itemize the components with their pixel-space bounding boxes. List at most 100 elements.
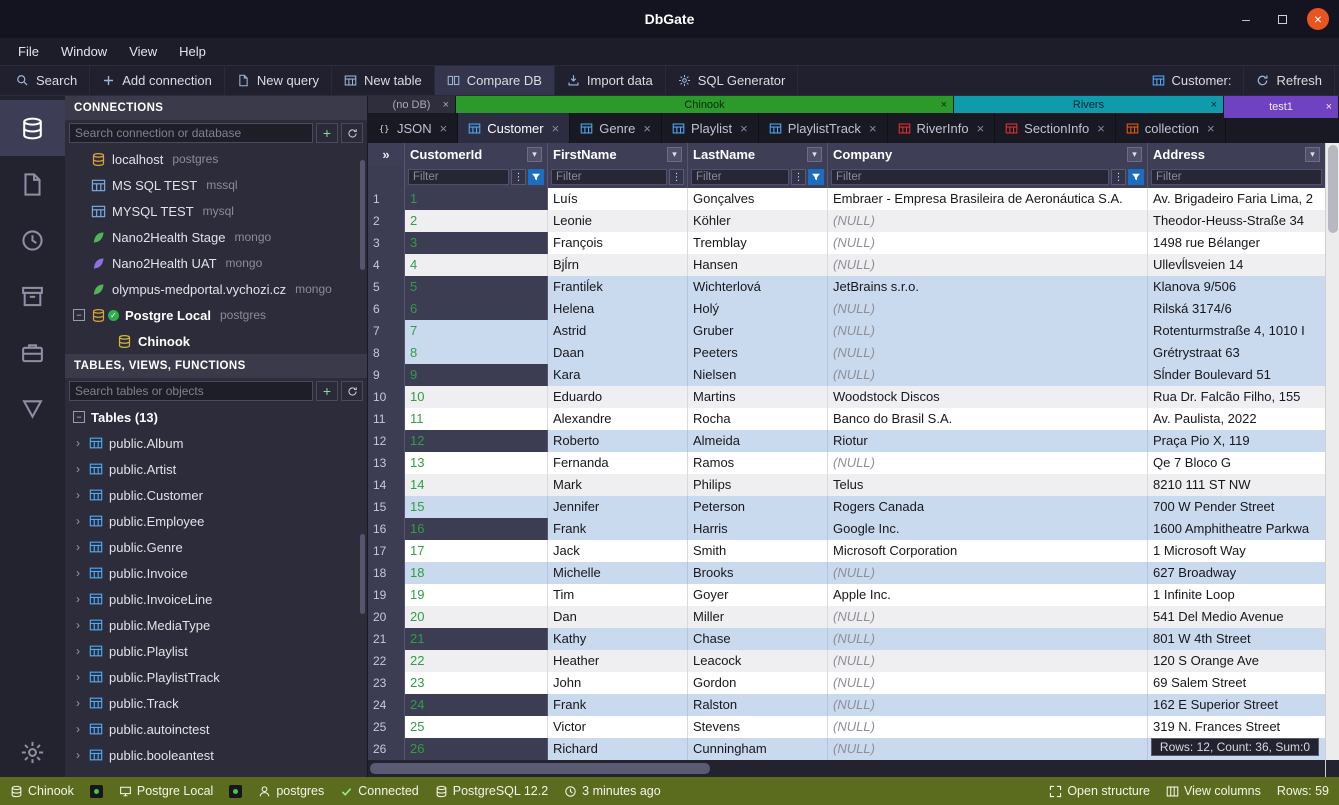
address-cell[interactable]: Av. Brigadeiro Faria Lima, 2 — [1148, 188, 1325, 210]
table-row[interactable]: 5 5 Frantiĺek Wichterlová JetBrains s.r.… — [368, 276, 1325, 298]
customerid-cell[interactable]: 16 — [405, 518, 548, 540]
firstname-cell[interactable]: Fernanda — [548, 452, 688, 474]
horizontal-scrollbar[interactable] — [368, 760, 1325, 777]
address-cell[interactable]: 1 Microsoft Way — [1148, 540, 1325, 562]
firstname-cell[interactable]: Eduardo — [548, 386, 688, 408]
statusbar-action[interactable]: Open structure — [1049, 784, 1150, 798]
lastname-cell[interactable]: Tremblay — [688, 232, 828, 254]
company-cell[interactable]: (NULL) — [828, 320, 1148, 342]
statusbar-action[interactable]: Rows: 59 — [1277, 784, 1329, 798]
refresh-tables-button[interactable] — [341, 381, 363, 401]
company-cell[interactable]: (NULL) — [828, 716, 1148, 738]
company-cell[interactable]: Riotur — [828, 430, 1148, 452]
table-row[interactable]: 13 13 Fernanda Ramos (NULL) Qe 7 Bloco G — [368, 452, 1325, 474]
chevron-right-icon[interactable]: › — [73, 566, 83, 580]
customerid-cell[interactable]: 15 — [405, 496, 548, 518]
address-cell[interactable]: 1498 rue Bélanger — [1148, 232, 1325, 254]
row-number-cell[interactable]: 13 — [368, 452, 405, 474]
table-row[interactable]: 15 15 Jennifer Peterson Rogers Canada 70… — [368, 496, 1325, 518]
table-item[interactable]: › public.booleantest — [65, 742, 367, 768]
table-row[interactable]: 6 6 Helena Holý (NULL) Rilská 3174/6 — [368, 298, 1325, 320]
rail-icon-button[interactable] — [0, 156, 65, 212]
close-button[interactable]: × — [1307, 8, 1329, 30]
connection-item[interactable]: − localhost postgres — [65, 146, 367, 172]
document-tab[interactable]: PlaylistTrack × — [759, 113, 888, 143]
lastname-cell[interactable]: Peterson — [688, 496, 828, 518]
toolbar-button[interactable]: Add connection — [90, 66, 225, 95]
lastname-cell[interactable]: Chase — [688, 628, 828, 650]
chevron-right-icon[interactable]: › — [73, 696, 83, 710]
funnel-icon-button[interactable] — [1128, 169, 1144, 185]
company-cell[interactable]: (NULL) — [828, 694, 1148, 716]
firstname-cell[interactable]: François — [548, 232, 688, 254]
chevron-right-icon[interactable]: › — [73, 540, 83, 554]
company-cell[interactable]: Google Inc. — [828, 518, 1148, 540]
table-row[interactable]: 16 16 Frank Harris Google Inc. 1600 Amph… — [368, 518, 1325, 540]
close-icon[interactable]: × — [869, 121, 877, 136]
panel-scrollbar[interactable] — [360, 534, 365, 614]
connection-item[interactable]: − MS SQL TEST mssql — [65, 172, 367, 198]
company-cell[interactable]: JetBrains s.r.o. — [828, 276, 1148, 298]
row-number-cell[interactable]: 16 — [368, 518, 405, 540]
address-cell[interactable]: Av. Paulista, 2022 — [1148, 408, 1325, 430]
table-row[interactable]: 1 1 Luís Gonçalves Embraer - Empresa Bra… — [368, 188, 1325, 210]
table-row[interactable]: 12 12 Roberto Almeida Riotur Praça Pio X… — [368, 430, 1325, 452]
lastname-cell[interactable]: Harris — [688, 518, 828, 540]
column-dropdown-button[interactable]: ▾ — [667, 147, 682, 162]
company-cell[interactable]: (NULL) — [828, 298, 1148, 320]
expander-icon[interactable]: − — [73, 309, 85, 321]
address-cell[interactable]: 1 Infinite Loop — [1148, 584, 1325, 606]
database-group-tab[interactable]: Rivers × — [954, 96, 1224, 113]
customerid-cell[interactable]: 11 — [405, 408, 548, 430]
firstname-cell[interactable]: Luís — [548, 188, 688, 210]
customerid-cell[interactable]: 18 — [405, 562, 548, 584]
menu-item[interactable]: Window — [51, 41, 117, 62]
database-group-tab[interactable]: test1 × — [1224, 96, 1339, 118]
row-number-cell[interactable]: 21 — [368, 628, 405, 650]
settings-gear-button[interactable] — [0, 727, 65, 777]
address-cell[interactable]: Praça Pio X, 119 — [1148, 430, 1325, 452]
address-cell[interactable]: 541 Del Medio Avenue — [1148, 606, 1325, 628]
funnel-icon-button[interactable] — [528, 169, 544, 185]
lastname-cell[interactable]: Rocha — [688, 408, 828, 430]
add-connection-small-button[interactable]: + — [316, 123, 338, 143]
column-header[interactable]: FirstName ▾ — [548, 143, 688, 166]
row-number-cell[interactable]: 17 — [368, 540, 405, 562]
address-cell[interactable]: 319 N. Frances Street — [1148, 716, 1325, 738]
document-tab[interactable]: Genre × — [570, 113, 662, 143]
lastname-cell[interactable]: Gonçalves — [688, 188, 828, 210]
filter-menu-button[interactable]: ⋮ — [1111, 169, 1126, 185]
firstname-cell[interactable]: Dan — [548, 606, 688, 628]
company-cell[interactable]: Banco do Brasil S.A. — [828, 408, 1148, 430]
close-icon[interactable]: × — [1211, 99, 1217, 111]
row-number-cell[interactable]: 4 — [368, 254, 405, 276]
address-cell[interactable]: Rotenturmstraße 4, 1010 I — [1148, 320, 1325, 342]
document-tab[interactable]: SectionInfo × — [995, 113, 1116, 143]
company-cell[interactable]: (NULL) — [828, 562, 1148, 584]
table-row[interactable]: 2 2 Leonie Köhler (NULL) Theodor-Heuss-S… — [368, 210, 1325, 232]
funnel-icon-button[interactable] — [808, 169, 824, 185]
document-tab[interactable]: JSON × — [368, 113, 458, 143]
firstname-cell[interactable]: Michelle — [548, 562, 688, 584]
close-icon[interactable]: × — [977, 121, 985, 136]
close-icon[interactable]: × — [1326, 101, 1332, 113]
customerid-cell[interactable]: 4 — [405, 254, 548, 276]
column-dropdown-button[interactable]: ▾ — [1127, 147, 1142, 162]
close-icon[interactable]: × — [643, 121, 651, 136]
table-item[interactable]: › public.Album — [65, 430, 367, 456]
company-cell[interactable]: (NULL) — [828, 672, 1148, 694]
company-cell[interactable]: (NULL) — [828, 738, 1148, 760]
table-row[interactable]: 10 10 Eduardo Martins Woodstock Discos R… — [368, 386, 1325, 408]
table-row[interactable]: 20 20 Dan Miller (NULL) 541 Del Medio Av… — [368, 606, 1325, 628]
company-cell[interactable]: Woodstock Discos — [828, 386, 1148, 408]
firstname-cell[interactable]: John — [548, 672, 688, 694]
firstname-cell[interactable]: Leonie — [548, 210, 688, 232]
connection-item[interactable]: − MYSQL TEST mysql — [65, 198, 367, 224]
connection-item[interactable]: − Nano2Health Stage mongo — [65, 224, 367, 250]
rail-icon-button[interactable] — [0, 100, 65, 156]
toolbar-button[interactable]: Import data — [555, 66, 666, 95]
rail-icon-button[interactable] — [0, 324, 65, 380]
address-cell[interactable]: 1600 Amphitheatre Parkwa — [1148, 518, 1325, 540]
table-row[interactable]: 18 18 Michelle Brooks (NULL) 627 Broadwa… — [368, 562, 1325, 584]
table-row[interactable]: 7 7 Astrid Gruber (NULL) Rotenturmstraße… — [368, 320, 1325, 342]
